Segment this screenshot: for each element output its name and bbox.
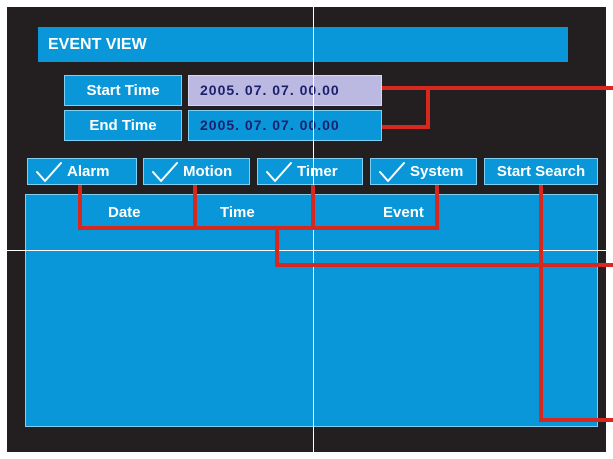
start-time-label: Start Time xyxy=(64,75,182,106)
start-search-button[interactable]: Start Search xyxy=(484,158,598,185)
alarm-filter-label: Alarm xyxy=(67,163,110,180)
checkmark-icon xyxy=(379,161,405,182)
timer-filter-checkbox[interactable]: Timer xyxy=(257,158,363,185)
time-column-header: Time xyxy=(220,204,255,221)
end-time-field[interactable]: 2005. 07. 07. 00.00 xyxy=(188,110,382,141)
event-view-title-bar: EVENT VIEW xyxy=(38,27,568,62)
checkmark-icon xyxy=(152,161,178,182)
timer-filter-label: Timer xyxy=(297,163,338,180)
system-filter-label: System xyxy=(410,163,464,180)
motion-filter-label: Motion xyxy=(183,163,233,180)
date-column-header: Date xyxy=(108,204,141,221)
checkmark-icon xyxy=(266,161,292,182)
event-column-header: Event xyxy=(383,204,424,221)
alarm-filter-checkbox[interactable]: Alarm xyxy=(27,158,137,185)
start-time-field[interactable]: 2005. 07. 07. 00.00 xyxy=(188,75,382,106)
page-title: EVENT VIEW xyxy=(48,36,147,53)
checkmark-icon xyxy=(36,161,62,182)
motion-filter-checkbox[interactable]: Motion xyxy=(143,158,250,185)
event-list[interactable]: Date Time Event xyxy=(25,194,598,427)
end-time-label: End Time xyxy=(64,110,182,141)
system-filter-checkbox[interactable]: System xyxy=(370,158,477,185)
